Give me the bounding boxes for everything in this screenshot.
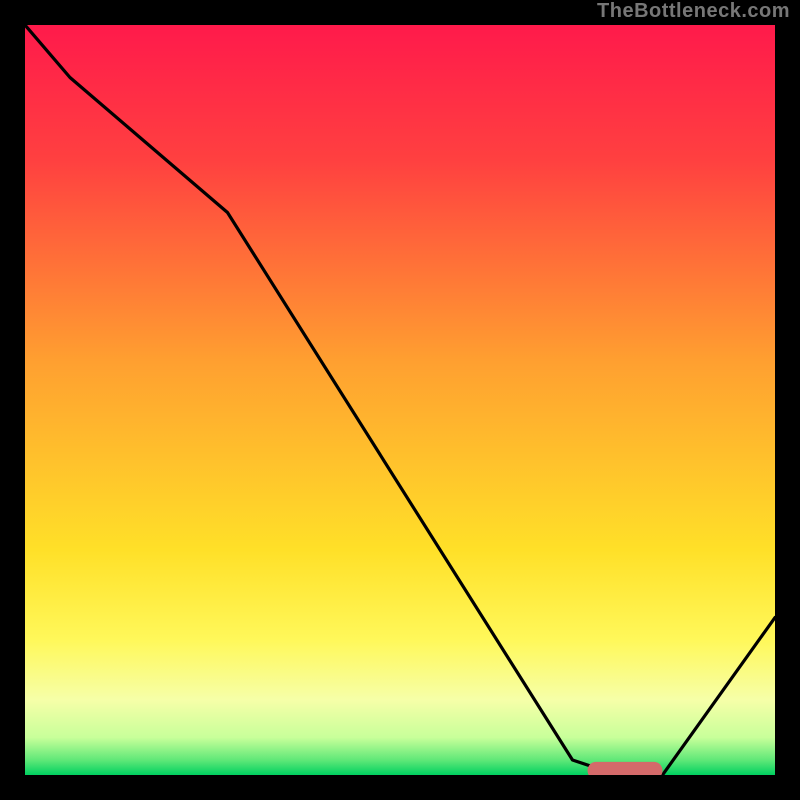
optimal-marker	[588, 762, 663, 775]
gradient-background	[25, 25, 775, 775]
plot-area	[25, 25, 775, 775]
watermark-text: TheBottleneck.com	[597, 0, 790, 23]
bottleneck-chart-svg	[25, 25, 775, 775]
chart-container: TheBottleneck.com	[0, 0, 800, 800]
